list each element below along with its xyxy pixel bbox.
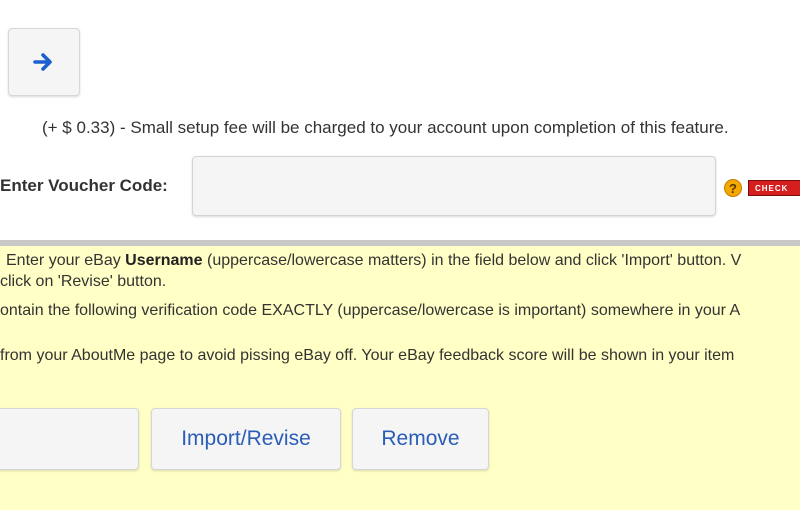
username-input-box[interactable]: [0, 408, 139, 470]
check-voucher-button[interactable]: CHECK: [748, 180, 800, 196]
instruction-line-4: from your AboutMe page to avoid pissing …: [0, 347, 735, 364]
instruction-text: Enter your eBay: [6, 252, 126, 269]
arrow-right-icon: [33, 53, 52, 71]
voucher-code-label: Enter Voucher Code:: [0, 176, 168, 195]
fee-amount: (+ $ 0.33): [42, 118, 116, 137]
instruction-line-2: click on 'Revise' button.: [0, 273, 167, 290]
instruction-line-1: Enter your eBay Username (uppercase/lowe…: [6, 252, 741, 270]
instruction-line-3: ontain the following verification code E…: [0, 302, 741, 319]
voucher-code-input[interactable]: [192, 156, 716, 216]
import-revise-button[interactable]: Import/Revise: [151, 408, 341, 470]
fee-text: Small setup fee will be charged to your …: [130, 118, 729, 137]
remove-button[interactable]: Remove: [352, 408, 489, 470]
setup-fee-notice: (+ $ 0.33) - Small setup fee will be cha…: [42, 118, 729, 138]
next-arrow-button[interactable]: [8, 28, 80, 96]
help-icon[interactable]: ?: [724, 179, 742, 197]
username-emphasis: Username: [125, 252, 203, 269]
instruction-text: (uppercase/lowercase matters) in the fie…: [202, 252, 742, 269]
fee-dash: -: [115, 118, 131, 137]
